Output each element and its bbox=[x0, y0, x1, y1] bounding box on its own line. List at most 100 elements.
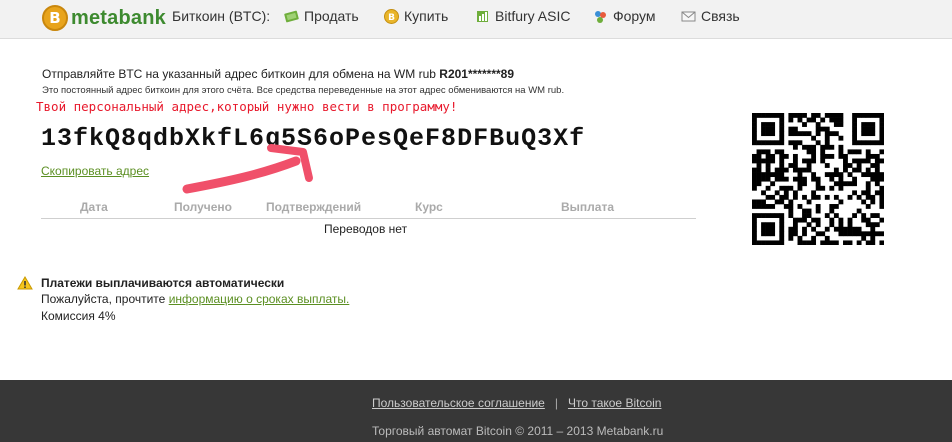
metabank-logo[interactable]: B metabank bbox=[42, 3, 166, 33]
nav-item-sell[interactable]: Продать bbox=[284, 0, 359, 32]
qr-module bbox=[833, 204, 839, 209]
qr-module bbox=[829, 172, 835, 178]
qr-module bbox=[761, 231, 766, 237]
qr-module bbox=[847, 240, 853, 245]
payout-terms-link[interactable]: информацию о сроках выплаты. bbox=[169, 292, 350, 306]
qr-module bbox=[824, 240, 830, 245]
qr-module bbox=[829, 153, 835, 159]
qr-module bbox=[820, 126, 826, 132]
qr-module bbox=[779, 158, 785, 164]
qr-module bbox=[874, 167, 880, 173]
qr-module bbox=[852, 140, 857, 146]
qr-module bbox=[870, 199, 876, 205]
qr-module bbox=[770, 226, 776, 232]
nav-item-buy[interactable]: B Купить bbox=[384, 0, 448, 32]
qr-module bbox=[824, 235, 830, 241]
qr-module bbox=[874, 231, 880, 237]
qr-module bbox=[788, 126, 794, 132]
qr-module bbox=[797, 117, 803, 123]
qr-module bbox=[879, 131, 884, 137]
qr-module bbox=[774, 149, 780, 155]
qr-module bbox=[792, 226, 798, 232]
qr-module bbox=[861, 140, 867, 146]
qr-module bbox=[802, 158, 807, 164]
qr-module bbox=[820, 149, 826, 155]
qr-module bbox=[788, 163, 794, 168]
copy-address-link[interactable]: Скопировать адрес bbox=[41, 164, 149, 178]
qr-module bbox=[765, 222, 771, 228]
qr-module bbox=[783, 190, 789, 196]
qr-module bbox=[820, 158, 826, 164]
qr-module bbox=[843, 231, 848, 237]
qr-module bbox=[847, 222, 853, 228]
qr-module bbox=[847, 226, 853, 232]
qr-module bbox=[861, 217, 867, 223]
qr-module bbox=[761, 240, 766, 245]
qr-module bbox=[788, 113, 794, 118]
qr-module bbox=[824, 226, 830, 232]
qr-module bbox=[779, 217, 785, 223]
send-instructions: Отправляйте BTC на указанный адрес битко… bbox=[42, 67, 514, 81]
forum-icon bbox=[593, 9, 608, 24]
qr-module bbox=[824, 144, 830, 150]
qr-module bbox=[838, 185, 844, 191]
btc-address[interactable]: 13fkQ8qdbXkfL6g5S6oPesQeF8DFBuQ3Xf bbox=[41, 124, 585, 153]
qr-module bbox=[820, 240, 826, 245]
qr-module bbox=[779, 117, 785, 123]
qr-module bbox=[861, 213, 867, 218]
qr-module bbox=[838, 117, 844, 123]
qr-module bbox=[756, 172, 762, 178]
qr-module bbox=[865, 149, 871, 155]
qr-module bbox=[811, 240, 817, 245]
mail-icon bbox=[681, 9, 696, 24]
qr-module bbox=[879, 240, 884, 245]
nav-item-bitfury[interactable]: Bitfury ASIC bbox=[475, 0, 570, 32]
qr-module bbox=[802, 217, 807, 223]
qr-module bbox=[770, 113, 776, 118]
qr-module bbox=[770, 126, 776, 132]
user-agreement-link[interactable]: Пользовательское соглашение bbox=[372, 396, 545, 410]
qr-module bbox=[833, 172, 839, 178]
qr-module bbox=[802, 226, 807, 232]
qr-module bbox=[829, 217, 835, 223]
nav-item-forum[interactable]: Форум bbox=[593, 0, 656, 32]
qr-module bbox=[870, 235, 876, 241]
qr-module bbox=[824, 113, 830, 118]
qr-module bbox=[752, 185, 757, 191]
qr-module bbox=[879, 135, 884, 141]
top-navbar: B metabank Биткоин (BTC): Продать B Купи… bbox=[0, 0, 952, 39]
page: B metabank Биткоин (BTC): Продать B Купи… bbox=[0, 0, 952, 442]
qr-module bbox=[856, 194, 862, 200]
qr-module bbox=[756, 158, 762, 164]
qr-module bbox=[874, 181, 880, 187]
qr-module bbox=[815, 204, 821, 209]
qr-module bbox=[770, 122, 776, 127]
qr-module bbox=[752, 117, 757, 123]
qr-module bbox=[865, 222, 871, 228]
qr-module bbox=[802, 181, 807, 187]
qr-module bbox=[861, 131, 867, 137]
what-is-bitcoin-link[interactable]: Что такое Bitcoin bbox=[568, 396, 662, 410]
qr-module bbox=[806, 158, 812, 164]
qr-module bbox=[811, 176, 817, 182]
qr-module bbox=[870, 126, 876, 132]
qr-module bbox=[752, 226, 757, 232]
qr-module bbox=[802, 213, 807, 218]
qr-module bbox=[829, 185, 835, 191]
qr-module bbox=[838, 113, 844, 118]
nav-item-contact[interactable]: Связь bbox=[681, 0, 740, 32]
qr-module bbox=[779, 235, 785, 241]
col-confirmations: Подтверждений bbox=[266, 200, 362, 214]
qr-module bbox=[843, 181, 848, 187]
qr-module bbox=[770, 181, 776, 187]
qr-module bbox=[824, 172, 830, 178]
wm-account-number: R201*******89 bbox=[439, 67, 515, 81]
qr-module bbox=[838, 153, 844, 159]
qr-module bbox=[783, 185, 789, 191]
qr-module bbox=[879, 176, 884, 182]
qr-module bbox=[856, 158, 862, 164]
qr-module bbox=[792, 113, 798, 118]
qr-module bbox=[752, 126, 757, 132]
qr-module bbox=[861, 190, 867, 196]
qr-module bbox=[797, 240, 803, 245]
